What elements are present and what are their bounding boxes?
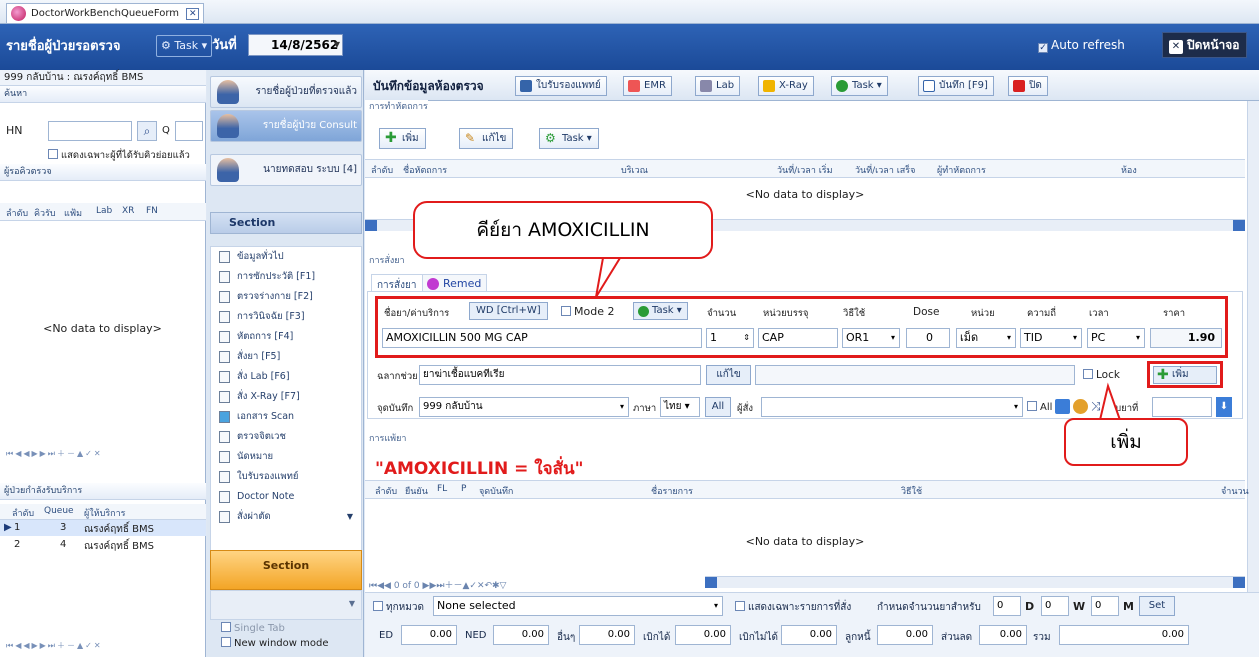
callout-key-drug: คีย์ยา AMOXICILLIN (413, 201, 713, 259)
callout-pointer-add (1098, 382, 1122, 421)
callout-add: เพิ่ม (1064, 418, 1188, 466)
callout-pointers (595, 257, 1122, 421)
callout-pointer-top (595, 257, 622, 298)
